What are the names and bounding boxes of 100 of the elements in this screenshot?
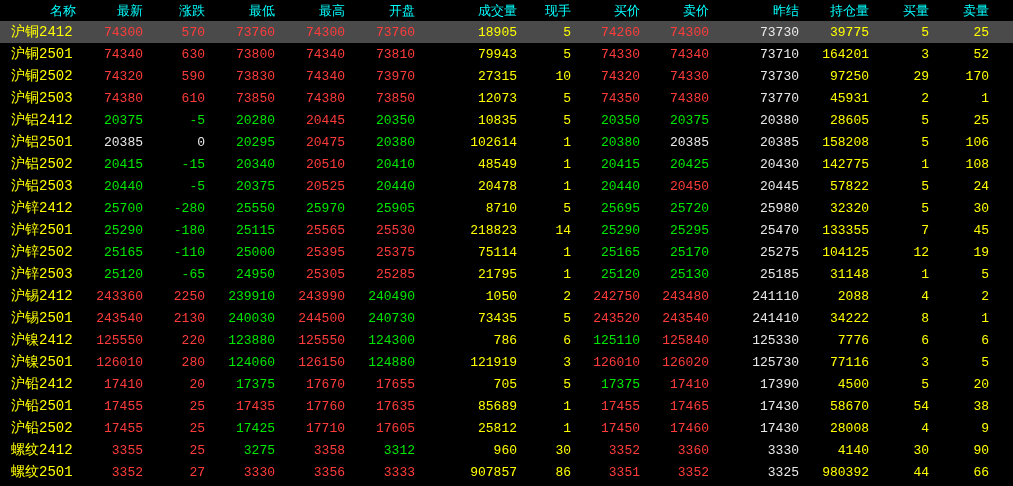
table-row[interactable]: 沪镍2501 126010 280 124060 126150 124880 121919 3 126010 126020 125730 77116 3 5: [0, 351, 1013, 373]
table-row[interactable]: 沪铝2501 20385 0 20295 20475 20380 102614 1 20380 20385 20385 158208 5 106: [0, 131, 1013, 153]
table-cell-text: 17455: [600, 398, 641, 414]
table-cell-text: 74300: [305, 24, 346, 40]
table-cell-text: 240490: [367, 288, 416, 304]
table-cell-text: 20385: [669, 134, 710, 150]
column-header[interactable]: 成交量: [417, 1, 519, 20]
contract-name: 沪锌2502: [10, 243, 74, 261]
table-cell-text: 25550: [235, 200, 276, 216]
table-cell-text: 104125: [821, 244, 870, 260]
table-cell-text: 170: [964, 68, 990, 84]
table-cell-text: 74320: [103, 68, 144, 84]
table-row[interactable]: 沪铜2502 74320 590 73830 74340 73970 27315 10 74320 74330 73730 97250 29 170: [0, 65, 1013, 87]
table-row[interactable]: 沪锡2412 243360 2250 239910 243990 240490 1050 2 242750 243480 241110 2088 4 2: [0, 285, 1013, 307]
table-cell-text: 17410: [103, 376, 144, 392]
table-cell-text: -15: [180, 156, 206, 172]
contract-name: 沪铜2501: [10, 45, 74, 63]
table-cell-text: 74340: [305, 68, 346, 84]
table-cell-text: 17450: [600, 420, 641, 436]
table-cell-text: 6: [980, 332, 990, 348]
table-cell-text: 73730: [759, 68, 800, 84]
table-cell-text: 39775: [829, 24, 870, 40]
table-row[interactable]: 沪锌2412 25700 -280 25550 25970 25905 8710 5 25695 25720 25980 32320 5 30: [0, 197, 1013, 219]
column-header[interactable]: 持仓量: [801, 1, 871, 20]
table-row[interactable]: 沪铅2412 17410 20 17375 17670 17655 705 5 17375 17410 17390 4500 5 20: [0, 373, 1013, 395]
table-cell-text: 5: [562, 46, 572, 62]
table-cell-text: 25170: [669, 244, 710, 260]
table-cell-text: 4500: [836, 376, 870, 392]
table-cell-text: 1: [920, 266, 930, 282]
table-cell-text: 74330: [600, 46, 641, 62]
table-cell-text: 244500: [297, 310, 346, 326]
table-cell-text: 3360: [676, 442, 710, 458]
column-header[interactable]: 买量: [871, 1, 931, 20]
table-cell-text: 8710: [484, 200, 518, 216]
table-row[interactable]: 沪铜2412 74300 570 73760 74300 73760 18905 5 74260 74300 73730 39775 5 25: [0, 21, 1013, 43]
table-cell-text: 30: [554, 442, 572, 458]
table-row[interactable]: 螺纹2501 3352 27 3330 3356 3333 907857 86 3351 3352 3325 980392 44 66: [0, 461, 1013, 483]
table-cell-text: 25: [972, 112, 990, 128]
table-cell-text: 73830: [235, 68, 276, 84]
table-cell-text: 52: [972, 46, 990, 62]
table-cell-text: 25905: [375, 200, 416, 216]
contract-name: 螺纹2501: [10, 463, 74, 481]
column-header[interactable]: 涨跌: [145, 1, 207, 20]
table-cell-text: 243990: [297, 288, 346, 304]
table-cell-text: 3352: [676, 464, 710, 480]
table-row[interactable]: 沪锌2503 25120 -65 24950 25305 25285 21795 1 25120 25130 25185 31148 1 5: [0, 263, 1013, 285]
table-cell-text: 25700: [103, 200, 144, 216]
column-header[interactable]: 开盘: [347, 1, 417, 20]
table-row[interactable]: 沪铅2502 17455 25 17425 17710 17605 25812 1 17450 17460 17430 28008 4 9: [0, 417, 1013, 439]
column-header[interactable]: 最新: [78, 1, 145, 20]
table-cell-text: 28008: [829, 420, 870, 436]
table-cell-text: 3333: [382, 464, 416, 480]
table-row[interactable]: 沪铜2501 74340 630 73800 74340 73810 79943 5 74330 74340 73710 164201 3 52: [0, 43, 1013, 65]
table-cell-text: 30: [912, 442, 930, 458]
table-cell-text: 980392: [821, 464, 870, 480]
table-cell-text: 1: [980, 310, 990, 326]
table-cell-text: 102614: [469, 134, 518, 150]
table-row[interactable]: 沪铜2503 74380 610 73850 74380 73850 12073 5 74350 74380 73770 45931 2 1: [0, 87, 1013, 109]
table-cell-text: -5: [188, 112, 206, 128]
table-row[interactable]: 沪锡2501 243540 2130 240030 244500 240730 73435 5 243520 243540 241410 34222 8 1: [0, 307, 1013, 329]
table-cell-text: 1: [562, 244, 572, 260]
table-row[interactable]: 沪铝2502 20415 -15 20340 20510 20410 48549 1 20415 20425 20430 142775 1 108: [0, 153, 1013, 175]
table-row[interactable]: 沪铝2503 20440 -5 20375 20525 20440 20478 1 20440 20450 20445 57822 5 24: [0, 175, 1013, 197]
table-row[interactable]: 沪镍2412 125550 220 123880 125550 124300 786 6 125110 125840 125330 7776 6 6: [0, 329, 1013, 351]
table-cell-text: 3312: [382, 442, 416, 458]
table-cell-text: 20380: [600, 134, 641, 150]
table-cell-text: 20430: [759, 156, 800, 172]
table-cell-text: 73435: [477, 310, 518, 326]
table-cell-text: 25970: [305, 200, 346, 216]
table-row[interactable]: 沪铝2412 20375 -5 20280 20445 20350 10835 5 20350 20375 20380 28605 5 25: [0, 109, 1013, 131]
table-row[interactable]: 螺纹2412 3355 25 3275 3358 3312 960 30 3352 3360 3330 4140 30 90: [0, 439, 1013, 461]
column-header[interactable]: 最高: [277, 1, 347, 20]
table-cell-text: 28605: [829, 112, 870, 128]
table-cell-text: 25: [188, 420, 206, 436]
table-cell-text: 124300: [367, 332, 416, 348]
table-row[interactable]: 沪锌2502 25165 -110 25000 25395 25375 75114 1 25165 25170 25275 104125 12 19: [0, 241, 1013, 263]
column-header[interactable]: 买价: [573, 1, 642, 20]
table-cell-text: 25290: [103, 222, 144, 238]
table-cell-text: 85689: [477, 398, 518, 414]
table-cell-text: 25: [188, 442, 206, 458]
table-cell-text: 3330: [242, 464, 276, 480]
table-cell-text: 73760: [375, 24, 416, 40]
table-cell-text: 97250: [829, 68, 870, 84]
column-header[interactable]: 最低: [207, 1, 277, 20]
table-cell-text: 7: [920, 222, 930, 238]
table-cell-text: 20: [188, 376, 206, 392]
column-header[interactable]: 卖价: [642, 1, 711, 20]
column-header[interactable]: 现手: [519, 1, 573, 20]
table-cell-text: 25: [972, 24, 990, 40]
table-cell-text: 5: [562, 112, 572, 128]
table-row[interactable]: 沪锌2501 25290 -180 25115 25565 25530 218823 14 25290 25295 25470 133355 7 45: [0, 219, 1013, 241]
table-cell-text: 25980: [759, 200, 800, 216]
table-cell-text: 705: [492, 376, 518, 392]
column-header[interactable]: 昨结: [711, 1, 801, 20]
table-cell-text: 73710: [759, 46, 800, 62]
table-row[interactable]: 沪铅2501 17455 25 17435 17760 17635 85689 1 17455 17465 17430 58670 54 38: [0, 395, 1013, 417]
column-header[interactable]: 名称: [0, 1, 78, 20]
column-header[interactable]: 卖量: [931, 1, 991, 20]
table-cell-text: 44: [912, 464, 930, 480]
table-cell-text: 20380: [759, 112, 800, 128]
